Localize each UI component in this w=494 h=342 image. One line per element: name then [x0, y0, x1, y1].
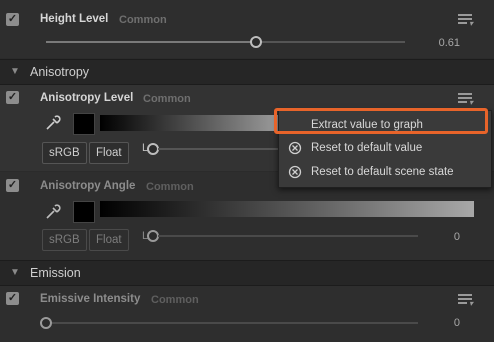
menu-item-reset-default-value[interactable]: Reset to default value	[279, 138, 491, 160]
height-level-slider-track[interactable]	[46, 41, 255, 43]
anisotropy-angle-srgb-button[interactable]: sRGB	[42, 229, 87, 251]
anisotropy-angle-slider-track[interactable]	[158, 235, 418, 237]
emissive-intensity-slider-thumb[interactable]	[40, 317, 52, 329]
anisotropy-level-color-swatch[interactable]	[73, 113, 95, 135]
chevron-down-icon: ▼	[10, 267, 20, 278]
height-level-options-icon[interactable]: ▾	[458, 14, 473, 28]
anisotropy-angle-gradient-bar[interactable]	[100, 201, 474, 217]
height-level-label: Height Level	[40, 13, 109, 25]
section-title: Emission	[30, 266, 81, 280]
eyedropper-icon[interactable]	[44, 114, 62, 132]
section-title: Anisotropy	[30, 65, 90, 79]
emissive-intensity-slider-track[interactable]	[52, 322, 418, 324]
emissive-intensity-value[interactable]: 0	[420, 317, 460, 329]
anisotropy-level-checkbox[interactable]: ✓	[6, 91, 19, 104]
height-level-row	[0, 0, 494, 58]
height-level-value[interactable]: 0.61	[420, 37, 460, 49]
emissive-intensity-tag: Common	[151, 294, 199, 306]
highlight-box	[274, 108, 488, 134]
chevron-down-icon: ▼	[10, 66, 20, 77]
reset-icon	[288, 165, 302, 179]
emissive-intensity-checkbox[interactable]: ✓	[6, 292, 19, 305]
anisotropy-level-srgb-button[interactable]: sRGB	[42, 142, 87, 164]
anisotropy-angle-tag: Common	[146, 181, 194, 193]
section-header-emission[interactable]: ▼ Emission	[0, 260, 494, 286]
reset-icon	[288, 141, 302, 155]
menu-item-reset-default-scene-state[interactable]: Reset to default scene state	[279, 162, 491, 184]
anisotropy-angle-value[interactable]: 0	[420, 231, 460, 243]
anisotropy-level-gradient-bar[interactable]	[100, 115, 278, 131]
anisotropy-level-float-button[interactable]: Float	[89, 142, 129, 164]
eyedropper-icon[interactable]	[44, 203, 62, 221]
anisotropy-angle-color-swatch[interactable]	[73, 201, 95, 223]
height-level-checkbox[interactable]: ✓	[6, 13, 19, 26]
anisotropy-level-label: Anisotropy Level	[40, 92, 134, 104]
anisotropy-level-options-icon[interactable]: ▾	[458, 93, 473, 107]
emissive-intensity-label: Emissive Intensity	[40, 293, 141, 305]
section-header-anisotropy[interactable]: ▼ Anisotropy	[0, 59, 494, 85]
height-level-tag: Common	[119, 14, 167, 26]
anisotropy-angle-checkbox[interactable]: ✓	[6, 179, 19, 192]
anisotropy-angle-label: Anisotropy Angle	[40, 180, 136, 192]
height-level-slider-thumb[interactable]	[250, 36, 262, 48]
emissive-intensity-options-icon[interactable]: ▾	[458, 294, 473, 308]
anisotropy-level-tag: Common	[143, 93, 191, 105]
anisotropy-level-slider-track[interactable]	[158, 148, 278, 150]
anisotropy-angle-float-button[interactable]: Float	[89, 229, 129, 251]
